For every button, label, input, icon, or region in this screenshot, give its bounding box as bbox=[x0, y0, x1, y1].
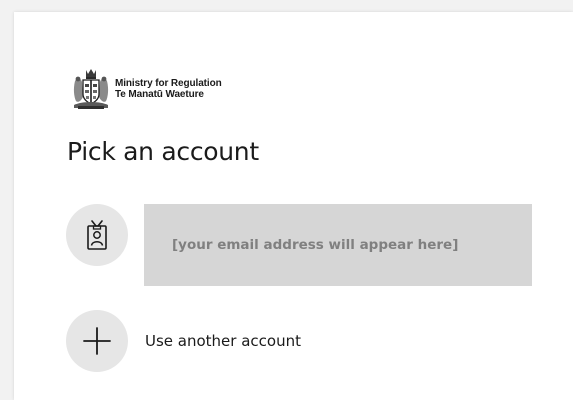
ministry-name-mi: Te Manatū Waeture bbox=[115, 89, 204, 100]
account-picker-card: Ministry for Regulation Te Manatū Waetur… bbox=[14, 12, 573, 400]
id-badge-icon bbox=[87, 220, 107, 250]
ministry-logo: Ministry for Regulation Te Manatū Waetur… bbox=[70, 67, 222, 111]
account-item[interactable]: [your email address will appear here] bbox=[66, 204, 532, 286]
use-another-account-label: Use another account bbox=[145, 332, 301, 350]
ministry-name-en: Ministry for Regulation bbox=[115, 78, 222, 89]
email-highlight[interactable]: [your email address will appear here] bbox=[144, 204, 532, 286]
account-email: [your email address will appear here] bbox=[172, 237, 459, 253]
page-title: Pick an account bbox=[67, 137, 259, 166]
plus-icon bbox=[83, 327, 111, 355]
nz-coat-of-arms-icon bbox=[73, 69, 109, 109]
use-another-account-button[interactable]: Use another account bbox=[66, 310, 301, 372]
account-avatar bbox=[66, 204, 128, 266]
add-account-avatar bbox=[66, 310, 128, 372]
ministry-name: Ministry for Regulation Te Manatū Waetur… bbox=[115, 78, 222, 100]
